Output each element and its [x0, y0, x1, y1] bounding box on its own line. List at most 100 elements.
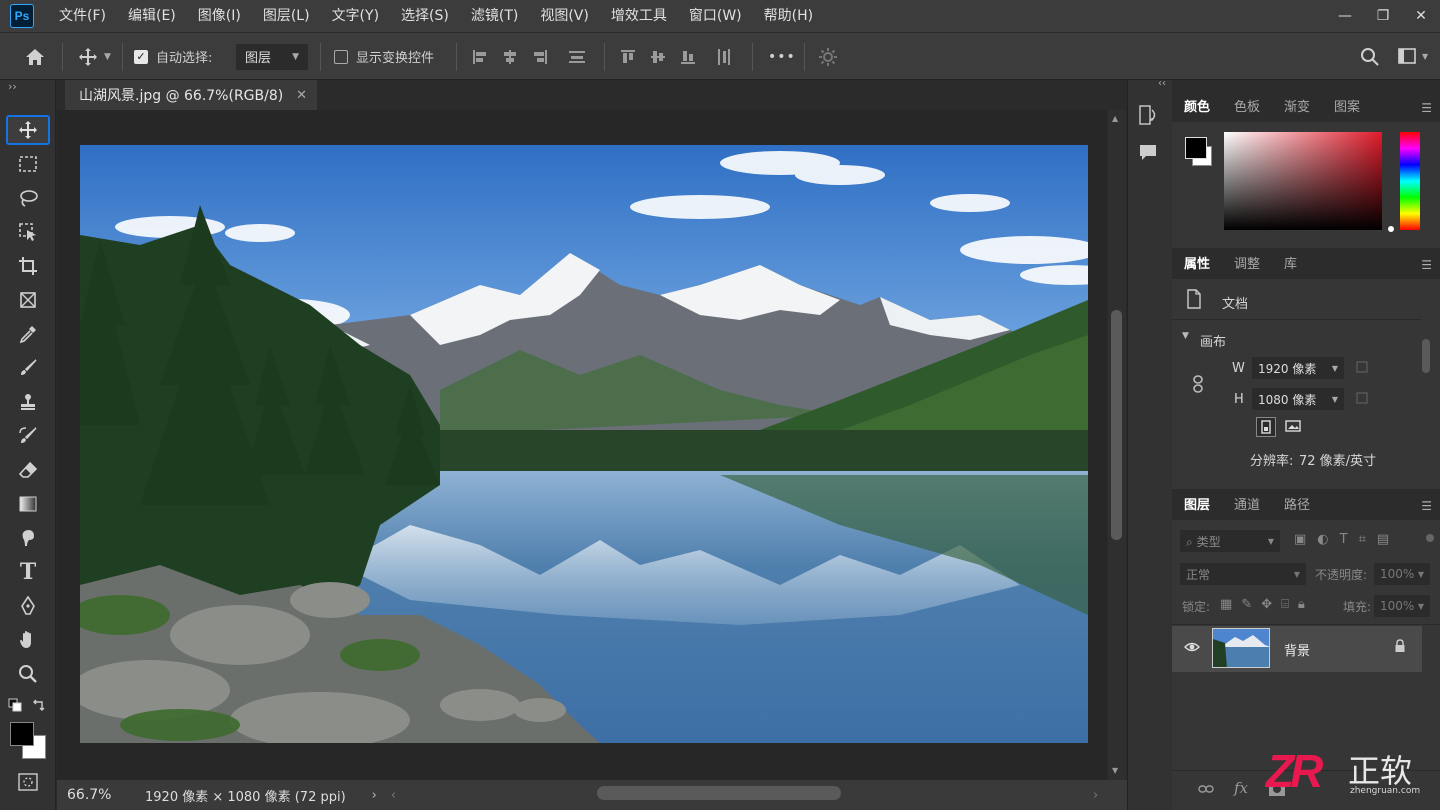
vertical-scroll-thumb[interactable] — [1111, 310, 1122, 540]
hue-slider[interactable] — [1400, 132, 1420, 230]
collapse-panels-button[interactable]: ‹‹ — [1158, 78, 1166, 89]
rectangular-marquee-tool[interactable] — [6, 149, 50, 179]
menu-plugins[interactable]: 增效工具 — [600, 0, 678, 32]
tab-channels[interactable]: 通道 — [1222, 492, 1272, 520]
tab-color[interactable]: 颜色 — [1172, 94, 1222, 122]
properties-scroll-thumb[interactable] — [1422, 339, 1430, 373]
eraser-tool[interactable] — [6, 455, 50, 485]
panel-menu-icon[interactable]: ☰ — [1421, 499, 1432, 513]
color-picker-marker[interactable] — [1388, 226, 1394, 232]
align-center-h-icon[interactable] — [502, 49, 518, 65]
close-window-button[interactable]: ✕ — [1402, 0, 1440, 32]
tab-layers[interactable]: 图层 — [1172, 492, 1222, 520]
canvas-section-label[interactable]: 画布 — [1200, 331, 1226, 350]
height-field[interactable]: 1080 像素 ▼ — [1252, 388, 1344, 410]
distribute-vertical-icon[interactable] — [568, 49, 586, 65]
menu-select[interactable]: 选择(S) — [390, 0, 460, 32]
menu-view[interactable]: 视图(V) — [529, 0, 600, 32]
lock-position-icon[interactable]: ✥ — [1261, 597, 1272, 612]
show-transform-checkbox[interactable]: 显示变换控件 — [334, 33, 434, 80]
quick-mask-button[interactable] — [18, 773, 38, 795]
menu-type[interactable]: 文字(Y) — [321, 0, 390, 32]
minimize-button[interactable]: — — [1326, 0, 1364, 32]
layer-effects-button[interactable]: fx — [1234, 779, 1248, 797]
lasso-tool[interactable] — [6, 183, 50, 213]
auto-select-target-dropdown[interactable]: 图层 ▼ — [236, 33, 308, 80]
scroll-down-icon[interactable]: ▼ — [1112, 766, 1118, 775]
app-logo[interactable]: Ps — [10, 4, 34, 28]
align-middle-icon[interactable] — [650, 49, 666, 65]
distribute-horizontal-icon[interactable] — [716, 48, 732, 66]
scroll-right-icon[interactable]: › — [1093, 788, 1098, 803]
eyedropper-tool[interactable] — [6, 319, 50, 349]
workspace-button[interactable]: ▼ — [1398, 33, 1428, 80]
layer-filter-dropdown[interactable]: ⌕ 类型 ▼ — [1180, 530, 1280, 552]
canvas-area[interactable] — [57, 110, 1107, 780]
menu-help[interactable]: 帮助(H) — [753, 0, 824, 32]
orientation-icon[interactable] — [1356, 361, 1368, 377]
menu-edit[interactable]: 编辑(E) — [117, 0, 187, 32]
lock-pixels-icon[interactable]: ✎ — [1241, 597, 1252, 612]
menu-filter[interactable]: 滤镜(T) — [460, 0, 529, 32]
scroll-left-icon[interactable]: ‹ — [391, 788, 396, 803]
tab-gradients[interactable]: 渐变 — [1272, 94, 1322, 122]
zoom-tool[interactable] — [6, 659, 50, 689]
home-button[interactable] — [24, 33, 46, 80]
tab-swatches[interactable]: 色板 — [1222, 94, 1272, 122]
panel-menu-icon[interactable]: ☰ — [1421, 101, 1432, 115]
history-brush-tool[interactable] — [6, 421, 50, 451]
menu-file[interactable]: 文件(F) — [48, 0, 117, 32]
link-layers-icon[interactable] — [1198, 783, 1214, 799]
fill-field[interactable]: 100% ▼ — [1374, 595, 1430, 617]
type-layer-filter-icon[interactable]: T — [1340, 532, 1348, 547]
foreground-color-swatch[interactable] — [10, 722, 34, 746]
move-tool-preset[interactable]: ▼ — [78, 33, 111, 80]
tab-properties[interactable]: 属性 — [1172, 251, 1222, 279]
document-tab[interactable]: 山湖风景.jpg @ 66.7%(RGB/8) ✕ — [65, 80, 317, 110]
document-image[interactable] — [80, 145, 1088, 743]
zoom-level[interactable]: 66.7% — [67, 787, 133, 803]
lock-artboard-icon[interactable]: ⌸ — [1281, 597, 1289, 612]
more-options-button[interactable]: ••• — [768, 33, 796, 80]
type-tool[interactable]: T — [6, 557, 50, 587]
tab-adjustments[interactable]: 调整 — [1222, 251, 1272, 279]
restore-button[interactable]: ❐ — [1364, 0, 1402, 32]
gradient-tool[interactable] — [6, 489, 50, 519]
crop-tool[interactable] — [6, 251, 50, 281]
default-colors-button[interactable] — [8, 698, 22, 716]
hand-tool[interactable] — [6, 625, 50, 655]
move-tool[interactable] — [6, 115, 50, 145]
link-icon[interactable] — [1192, 375, 1204, 397]
orientation-icon[interactable] — [1356, 392, 1368, 408]
close-tab-icon[interactable]: ✕ — [296, 88, 307, 103]
search-button[interactable] — [1360, 33, 1380, 80]
chevron-down-icon[interactable]: ▼ — [1182, 331, 1189, 341]
pen-tool[interactable] — [6, 591, 50, 621]
smudge-tool[interactable] — [6, 523, 50, 553]
swap-colors-button[interactable] — [32, 698, 46, 716]
object-selection-tool[interactable] — [6, 217, 50, 247]
landscape-button[interactable] — [1284, 417, 1304, 437]
align-left-icon[interactable] — [472, 49, 488, 65]
align-right-icon[interactable] — [532, 49, 548, 65]
lock-all-icon[interactable]: 🔒︎ — [1298, 597, 1305, 612]
shape-layer-filter-icon[interactable]: ⌗ — [1359, 532, 1366, 547]
3d-mode-button[interactable] — [818, 33, 838, 80]
horizontal-scroll-thumb[interactable] — [597, 786, 841, 800]
auto-select-checkbox[interactable]: ✓ 自动选择: — [134, 33, 212, 80]
smart-object-filter-icon[interactable]: ▤ — [1377, 532, 1389, 547]
filter-toggle-icon[interactable] — [1426, 534, 1434, 542]
align-top-icon[interactable] — [620, 49, 636, 65]
menu-layer[interactable]: 图层(L) — [252, 0, 321, 32]
foreground-color-chip[interactable] — [1185, 137, 1207, 159]
lock-transparent-icon[interactable]: ▦ — [1220, 597, 1232, 612]
pixel-layer-filter-icon[interactable]: ▣ — [1294, 532, 1306, 547]
history-panel-button[interactable] — [1138, 104, 1158, 130]
tab-patterns[interactable]: 图案 — [1322, 94, 1372, 122]
align-bottom-icon[interactable] — [680, 49, 696, 65]
menu-window[interactable]: 窗口(W) — [678, 0, 753, 32]
portrait-button[interactable] — [1256, 417, 1276, 437]
layer-row[interactable]: 背景 — [1172, 626, 1422, 672]
tab-paths[interactable]: 路径 — [1272, 492, 1322, 520]
comments-panel-button[interactable] — [1138, 142, 1158, 166]
